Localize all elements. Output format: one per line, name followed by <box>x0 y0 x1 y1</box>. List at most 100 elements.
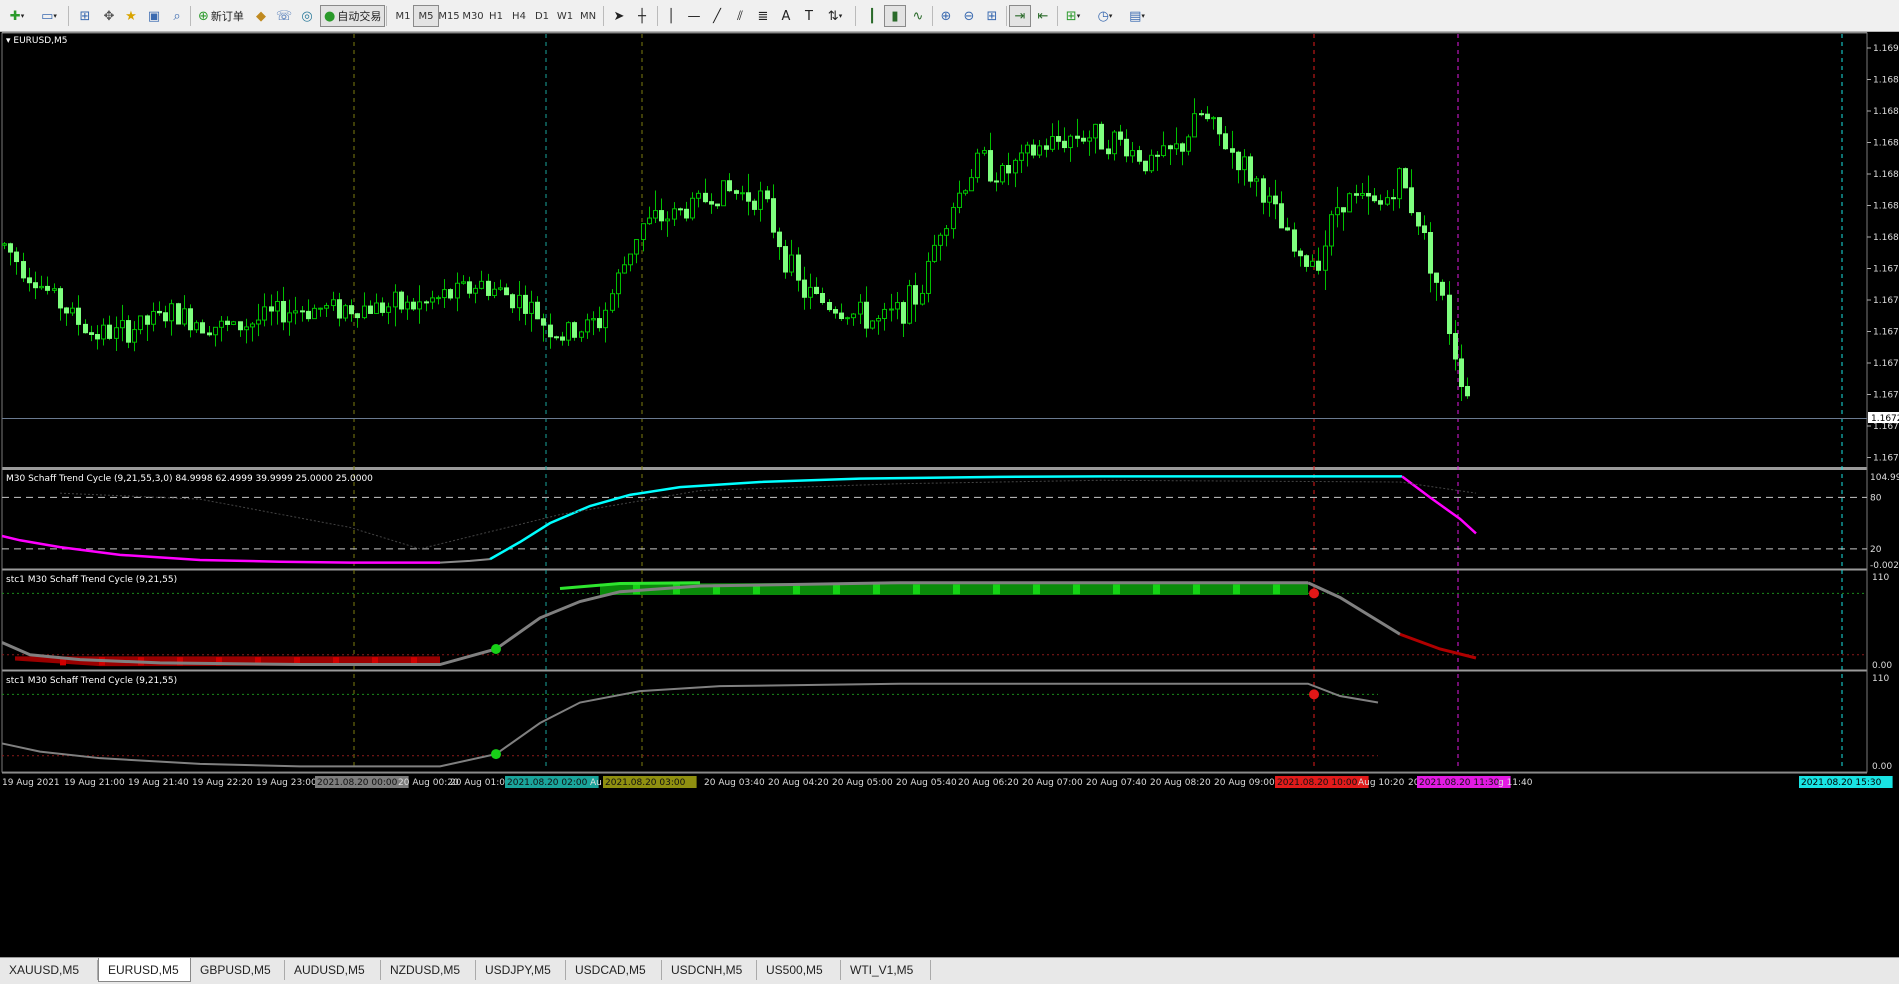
market-icon[interactable]: ◎ <box>296 5 318 27</box>
bear-candle <box>1137 150 1142 162</box>
equidistant-channel-icon[interactable]: ⫽ <box>729 5 751 27</box>
timeframe-m15[interactable]: M15 <box>436 5 462 27</box>
cursor-icon[interactable]: ➤ <box>608 5 630 27</box>
bull-candle <box>262 306 267 321</box>
templates-icon[interactable]: ▤ ▾ <box>1126 5 1148 27</box>
bull-candle <box>1025 144 1030 154</box>
bear-candle <box>1391 197 1396 200</box>
autoscroll-icon[interactable]: ⇥ <box>1009 5 1031 27</box>
bear-candle <box>58 288 63 309</box>
bar-chart-icon[interactable]: ┃ <box>861 5 883 27</box>
bull-candle <box>219 320 224 328</box>
bull-candle <box>907 285 912 324</box>
bull-candle <box>1019 152 1024 161</box>
fibonacci-icon[interactable]: ≣ <box>752 5 774 27</box>
bull-candle <box>318 307 323 310</box>
bear-candle <box>510 294 515 309</box>
tab-usdcad[interactable]: USDCAD,M5 <box>566 960 662 980</box>
tab-us500[interactable]: US500,M5 <box>757 960 841 980</box>
bear-candle <box>145 315 150 325</box>
favorites-icon[interactable]: ★ <box>120 5 142 27</box>
vertical-line-icon[interactable]: │ <box>660 5 682 27</box>
profiles-icon[interactable]: ▭ ▾ <box>38 5 60 27</box>
strategy-tester-icon[interactable]: ⌕ <box>166 5 188 27</box>
price-scale-label: 1.1670 <box>1873 454 1899 464</box>
bull-candle <box>1397 168 1402 200</box>
autotrading-button[interactable]: ● 自动交易 <box>320 5 386 27</box>
time-axis-label: 20 Aug 08:20 <box>1150 778 1211 788</box>
navigator-icon[interactable]: ✥ <box>98 5 120 27</box>
market-watch-icon[interactable]: ⊞ <box>74 5 96 27</box>
indicator-title-2: stc1 M30 Schaff Trend Cycle (9,21,55) <box>6 575 178 585</box>
bear-candle <box>1434 272 1439 283</box>
tile-windows-icon[interactable]: ⊞ <box>981 5 1003 27</box>
bear-candle <box>1075 135 1080 139</box>
bear-candle <box>752 200 757 210</box>
tab-usdcnh[interactable]: USDCNH,M5 <box>662 960 757 980</box>
bull-candle <box>442 289 447 299</box>
green-ribbon-block <box>1193 584 1200 595</box>
horizontal-line-icon[interactable]: — <box>683 5 705 27</box>
tab-nzdusd[interactable]: NZDUSD,M5 <box>381 960 476 980</box>
chart-window[interactable]: 1.1690 1.1688 1.1687 1.1685 1.1684 1.1682 1.16… <box>0 32 1899 957</box>
indicators-icon[interactable]: ⊞ ▾ <box>1062 5 1084 27</box>
arrows-icon[interactable]: ⇅ ▾ <box>824 5 846 27</box>
chart-shift-icon[interactable]: ⇤ <box>1032 5 1054 27</box>
candlestick-icon[interactable]: ▮ <box>884 5 906 27</box>
line-chart-icon[interactable]: ∿ <box>907 5 929 27</box>
bear-candle <box>411 301 416 310</box>
timeframe-mn[interactable]: MN <box>575 5 601 27</box>
signals-icon[interactable]: ☏ <box>273 5 295 27</box>
bear-candle <box>1447 294 1452 335</box>
time-axis-label: 20 Aug 01:00 <box>450 778 511 788</box>
bull-candle <box>169 303 174 322</box>
bear-candle <box>659 210 664 222</box>
bear-candle <box>467 281 472 294</box>
bear-candle <box>1298 250 1303 257</box>
bull-candle <box>696 192 701 199</box>
tab-audusd[interactable]: AUDUSD,M5 <box>285 960 381 980</box>
periods-icon[interactable]: ◷ ▾ <box>1094 5 1116 27</box>
bull-candle <box>591 318 596 321</box>
chart-canvas[interactable]: 1.1690 1.1688 1.1687 1.1685 1.1684 1.1682 1.16… <box>0 32 1899 957</box>
bull-candle <box>114 327 119 339</box>
new-chart-icon[interactable]: ✚ ▾ <box>6 5 28 27</box>
trendline-icon[interactable]: ╱ <box>706 5 728 27</box>
tab-eurusd[interactable]: EURUSD,M5 <box>98 958 191 982</box>
bear-candle <box>1168 145 1173 150</box>
bull-candle <box>1112 131 1117 155</box>
time-axis-label: 19 Aug 21:40 <box>128 778 189 788</box>
bull-candle <box>362 305 367 319</box>
text-label-icon[interactable]: T <box>798 5 820 27</box>
metaeditor-icon[interactable]: ◆ <box>250 5 272 27</box>
tab-usdjpy[interactable]: USDJPY,M5 <box>476 960 566 980</box>
crosshair-icon[interactable]: ┼ <box>631 5 653 27</box>
ind1-scale-label: -0.0024 <box>1870 561 1899 571</box>
bull-candle <box>1335 207 1340 216</box>
bear-candle <box>709 201 714 205</box>
bear-candle <box>76 307 81 325</box>
time-axis-label: 20 Aug 09:00 <box>1214 778 1275 788</box>
bull-candle <box>1211 117 1216 120</box>
time-axis-label: 20 Aug 07:00 <box>1022 778 1083 788</box>
tab-wti[interactable]: WTI_V1,M5 <box>841 960 931 980</box>
green-ribbon-block <box>1073 584 1080 595</box>
symbol-tabs: XAUUSD,M5 EURUSD,M5 GBPUSD,M5 AUDUSD,M5 … <box>0 957 1899 984</box>
price-scale-label: 1.1673 <box>1873 391 1899 401</box>
bear-candle <box>380 302 385 313</box>
tab-gbpusd[interactable]: GBPUSD,M5 <box>191 960 285 980</box>
bull-candle <box>231 321 236 325</box>
terminal-icon[interactable]: ▣ <box>143 5 165 27</box>
bull-candle <box>975 152 980 179</box>
tab-xauusd[interactable]: XAUUSD,M5 <box>0 960 98 980</box>
bear-candle <box>1205 113 1210 120</box>
bear-candle <box>1236 151 1241 171</box>
zoom-in-icon[interactable]: ⊕ <box>935 5 957 27</box>
bull-candle <box>405 301 410 310</box>
bear-candle <box>535 301 540 320</box>
time-marker-label: 2021.08.20 10:00 <box>1277 778 1358 788</box>
stc1-line-pane3 <box>1 682 1379 768</box>
zoom-out-icon[interactable]: ⊖ <box>958 5 980 27</box>
text-icon[interactable]: A <box>775 5 797 27</box>
new-order-button[interactable]: ⊕ 新订单 <box>195 5 247 27</box>
